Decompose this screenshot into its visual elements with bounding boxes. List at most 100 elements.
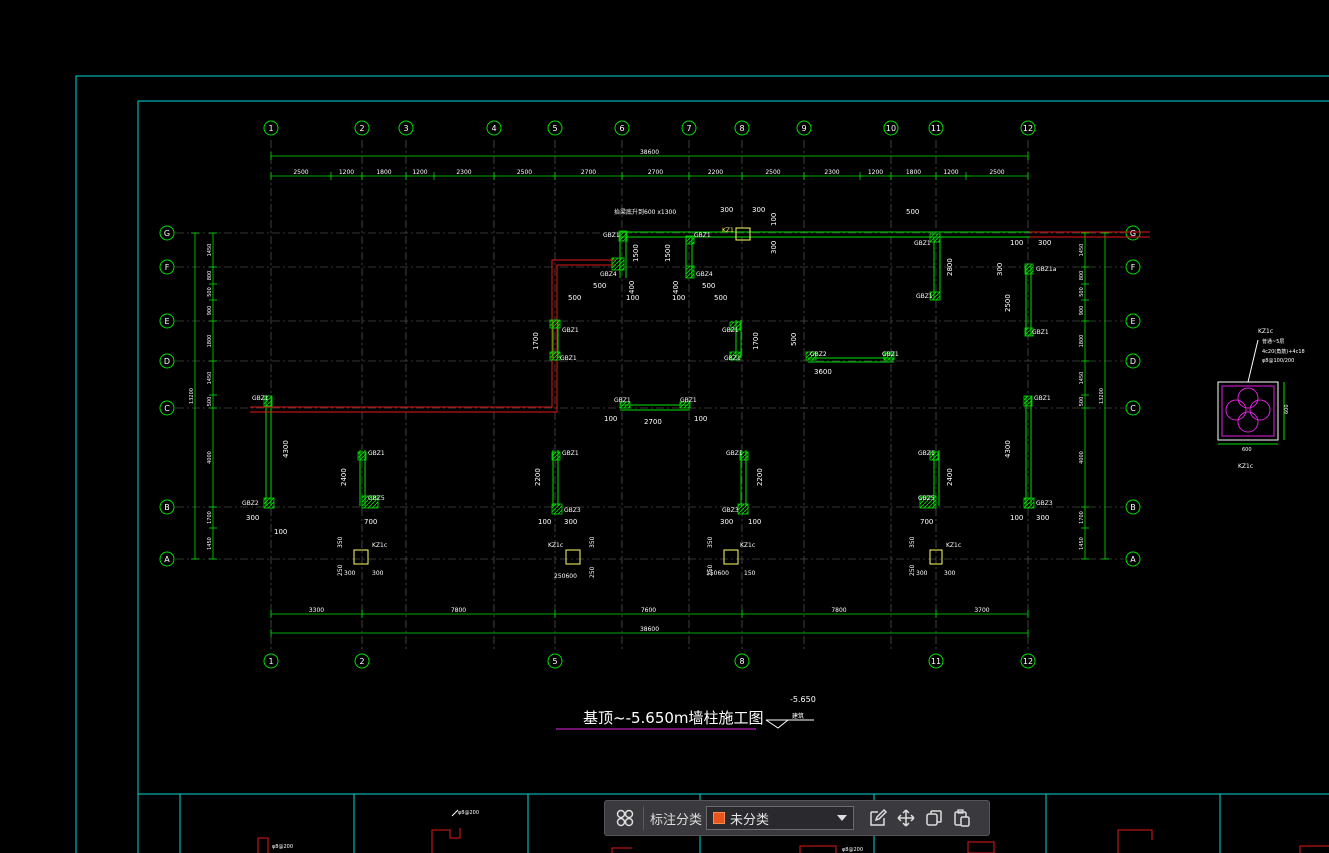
svg-text:GBZ3: GBZ3 xyxy=(564,507,581,514)
svg-text:4300: 4300 xyxy=(1004,440,1012,458)
svg-text:100: 100 xyxy=(1010,514,1023,522)
svg-text:2200: 2200 xyxy=(534,468,542,486)
svg-text:GBZ1: GBZ1 xyxy=(918,450,935,457)
dim-top-segments-label: 2700 xyxy=(648,169,663,176)
svg-text:2400: 2400 xyxy=(946,468,954,486)
svg-text:2200: 2200 xyxy=(756,468,764,486)
svg-text:GBZ1: GBZ1 xyxy=(562,327,579,334)
svg-text:1700: 1700 xyxy=(752,332,760,350)
dim-top-total-label: 38600 xyxy=(640,149,659,156)
edit-icon xyxy=(870,808,888,826)
outer-frame xyxy=(75,75,1329,853)
svg-text:GBZ5: GBZ5 xyxy=(368,495,385,502)
dim-right-segments-label: 900 xyxy=(1079,306,1085,316)
svg-text:100: 100 xyxy=(748,518,761,526)
svg-text:GBZ1a: GBZ1a xyxy=(1036,266,1057,273)
svg-text:300: 300 xyxy=(1038,239,1051,247)
axis-bubble-top-label: 8 xyxy=(739,124,744,133)
svg-text:150: 150 xyxy=(744,570,756,577)
copy-button[interactable] xyxy=(920,804,948,832)
category-selected-value: 未分类 xyxy=(730,812,770,828)
svg-text:300: 300 xyxy=(1036,514,1049,522)
dim-right-segments-label: 1800 xyxy=(1079,335,1085,348)
dim-right-segments-label: 1450 xyxy=(1079,372,1085,385)
dim-top-segments-label: 2200 xyxy=(708,169,723,176)
category-label: 标注分类 xyxy=(650,812,703,828)
detail-title: KZ1c xyxy=(1258,328,1273,335)
detail-note-3: φ8@100/200 xyxy=(1262,358,1294,364)
svg-text:KZ1c: KZ1c xyxy=(548,542,563,549)
svg-text:GBZ1: GBZ1 xyxy=(914,240,931,247)
dim-top-segments-label: 2300 xyxy=(824,169,839,176)
edit-button[interactable] xyxy=(864,804,892,832)
dim-top-segments-label: 1800 xyxy=(376,169,391,176)
dim-top-segments-label: 1200 xyxy=(868,169,883,176)
dim-left-segments-label: 1450 xyxy=(207,537,213,550)
svg-text:GBZ1: GBZ1 xyxy=(1032,329,1049,336)
dim-bottom-segments-label: 7600 xyxy=(641,607,656,614)
svg-text:300: 300 xyxy=(720,518,733,526)
svg-text:300: 300 xyxy=(564,518,577,526)
svg-text:350: 350 xyxy=(589,536,596,548)
svg-text:GBZ2: GBZ2 xyxy=(810,351,827,358)
cad-drawing-canvas[interactable]: 2500 1200 1800 1200 2300 2500 2700 2700 2200 2500… xyxy=(0,0,1329,853)
dim-bottom-segments-label: 7800 xyxy=(831,607,846,614)
svg-text:300: 300 xyxy=(372,570,384,577)
copy-icon xyxy=(926,810,942,826)
annotation-toolbar: 标注分类 未分类 xyxy=(604,800,990,836)
svg-text:GBZ4: GBZ4 xyxy=(696,271,713,278)
svg-text:GBZ1: GBZ1 xyxy=(614,397,631,404)
svg-text:GBZ1: GBZ1 xyxy=(722,327,739,334)
axis-bubble-left-label: A xyxy=(164,555,170,564)
axis-bubble-bottom-label: 11 xyxy=(931,657,941,666)
dimension-chains: 2500 1200 1800 1200 2300 2500 2700 2700 2200 2500… xyxy=(189,149,1109,637)
move-button[interactable] xyxy=(892,804,920,832)
axis-bubble-right-label: F xyxy=(1131,263,1136,272)
svg-text:100: 100 xyxy=(604,415,617,423)
dim-right-segments-label: 800 xyxy=(1079,271,1085,281)
axis-bubble-top-label: 6 xyxy=(619,124,624,133)
svg-text:400: 400 xyxy=(672,281,680,294)
svg-text:GBZ1: GBZ1 xyxy=(694,232,711,239)
dim-left-segments-label: 500 xyxy=(207,397,213,407)
dim-bottom-total-label: 38600 xyxy=(640,626,659,633)
grid-view-button[interactable] xyxy=(611,804,639,832)
svg-text:500: 500 xyxy=(568,294,581,302)
axis-bubble-left-label: G xyxy=(164,229,170,238)
axis-bubble-left-label: B xyxy=(164,503,170,512)
paste-button[interactable] xyxy=(948,804,976,832)
axis-bubble-left-label: C xyxy=(164,404,170,413)
svg-text:GBZ4: GBZ4 xyxy=(600,271,617,278)
svg-text:500: 500 xyxy=(702,282,715,290)
axis-bubble-top-label: 3 xyxy=(403,124,408,133)
dim-left-segments-label: 1700 xyxy=(207,511,213,524)
axis-bubble-right-label: E xyxy=(1130,317,1135,326)
svg-text:GBZ1: GBZ1 xyxy=(560,355,577,362)
axis-bubble-top-label: 4 xyxy=(491,124,496,133)
svg-text:2500: 2500 xyxy=(1004,294,1012,312)
svg-text:GBZ1: GBZ1 xyxy=(1034,395,1051,402)
dim-right-segments-label: 1450 xyxy=(1079,244,1085,257)
axis-bubble-top-label: 11 xyxy=(931,124,941,133)
axis-grid xyxy=(176,140,1124,650)
svg-text:KZ1c: KZ1c xyxy=(740,542,755,549)
chevron-down-icon xyxy=(837,815,848,821)
svg-text:300: 300 xyxy=(344,570,356,577)
dim-top-segments-label: 1800 xyxy=(906,169,921,176)
svg-text:GBZ1: GBZ1 xyxy=(882,351,899,358)
category-select[interactable]: 未分类 xyxy=(706,806,855,830)
dim-top-segments-label: 2500 xyxy=(293,169,308,176)
svg-text:300: 300 xyxy=(720,206,733,214)
axis-bubble-top-label: 12 xyxy=(1023,124,1033,133)
drawing-title: 基顶~-5.650m墙柱施工图 xyxy=(583,709,764,727)
dim-left-segments-label: 4000 xyxy=(207,451,213,464)
dim-bottom-segments-label: 3700 xyxy=(974,607,989,614)
frame-columns xyxy=(353,227,943,565)
svg-text:GBZ1: GBZ1 xyxy=(680,397,697,404)
svg-text:350: 350 xyxy=(909,536,916,548)
svg-text:φ8@200: φ8@200 xyxy=(458,810,479,816)
svg-text:GBZ5: GBZ5 xyxy=(918,495,935,502)
svg-text:KZ1c: KZ1c xyxy=(372,542,387,549)
svg-text:KZ1c: KZ1c xyxy=(946,542,961,549)
elevation-mark: -5.650 xyxy=(790,695,816,704)
